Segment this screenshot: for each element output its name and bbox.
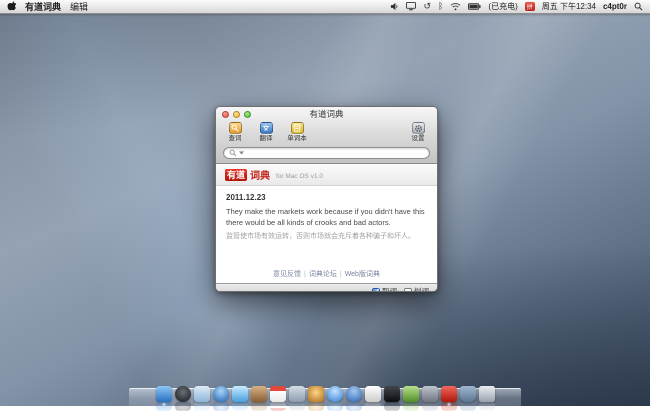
word-select-label: 划词: [414, 286, 429, 292]
battery-icon[interactable]: [468, 1, 481, 12]
dock: [129, 380, 521, 406]
dock-icon-text-edit[interactable]: [365, 386, 381, 402]
search-icon: [229, 149, 237, 157]
article-date: 2011.12.23: [226, 193, 427, 202]
wordbook-icon: [291, 122, 304, 134]
feedback-link[interactable]: 意见反馈: [273, 271, 301, 278]
dock-icon-address-book[interactable]: [251, 386, 267, 402]
article-chinese: 监管使市场有效运转，否则市场就会充斥着各种骗子和坏人。: [226, 232, 426, 243]
minimize-button[interactable]: [233, 111, 240, 118]
logo-text: 词典: [250, 167, 270, 182]
translate-icon: [260, 122, 273, 134]
footer-links: 意见反馈|词典论坛|Web版词典: [216, 269, 437, 279]
article-english: They make the markets work because if yo…: [226, 207, 426, 229]
link-separator: |: [304, 271, 306, 278]
word-select-toggle[interactable]: 划词: [404, 286, 429, 292]
dock-icon-finder[interactable]: [156, 386, 172, 402]
menu-bar: 有道词典 编辑 ↺ ᛒ (已充电) 拼 周五 下午12:34 c4pt0r: [0, 0, 650, 14]
dock-icon-safari[interactable]: [213, 386, 229, 402]
dock-icon-photo-booth[interactable]: [308, 386, 324, 402]
word-capture-label: 取词: [382, 286, 397, 292]
lookup-label: 查词: [229, 135, 242, 142]
input-method-flag-icon[interactable]: 拼: [525, 2, 535, 11]
lookup-button[interactable]: 查词: [224, 122, 246, 142]
word-select-checkbox[interactable]: [404, 288, 412, 293]
chevron-down-icon: [239, 151, 244, 155]
wordbook-button[interactable]: 单词本: [286, 122, 308, 142]
youdao-logo-icon: 有道: [225, 169, 247, 181]
volume-icon[interactable]: [390, 1, 399, 12]
search-input[interactable]: [246, 148, 424, 158]
title-bar[interactable]: 有道词典: [216, 107, 437, 121]
apple-icon[interactable]: [7, 1, 16, 12]
settings-button[interactable]: 设置: [407, 122, 429, 142]
spotlight-icon[interactable]: [634, 1, 643, 12]
display-icon[interactable]: [406, 1, 416, 12]
window-status-bar: 取词 划词: [216, 283, 437, 292]
dock-icon-trash[interactable]: [479, 386, 495, 402]
menubar-clock[interactable]: 周五 下午12:34: [542, 1, 596, 12]
close-button[interactable]: [222, 111, 229, 118]
link-separator: |: [340, 271, 342, 278]
search-row: [216, 146, 437, 163]
settings-label: 设置: [412, 135, 425, 142]
version-text: for Mac OS v1.0: [276, 173, 323, 180]
zoom-button[interactable]: [244, 111, 251, 118]
dock-icon-youdao-dict[interactable]: [441, 386, 457, 402]
window-title: 有道词典: [309, 108, 343, 120]
translate-label: 翻译: [260, 135, 273, 142]
dock-icon-terminal[interactable]: [384, 386, 400, 402]
dock-icon-ical[interactable]: [270, 386, 286, 402]
dictionary-icon: [229, 122, 242, 134]
word-capture-toggle[interactable]: 取词: [372, 286, 397, 292]
bluetooth-icon[interactable]: ᛒ: [438, 1, 443, 12]
web-dictionary-link[interactable]: Web版词典: [345, 271, 380, 278]
dock-icon-system-preferences[interactable]: [422, 386, 438, 402]
wifi-icon[interactable]: [450, 1, 461, 12]
app-banner: 有道 词典 for Mac OS v1.0: [216, 164, 437, 186]
desktop-wallpaper: 有道词典 编辑 ↺ ᛒ (已充电) 拼 周五 下午12:34 c4pt0r: [0, 0, 650, 406]
word-capture-checkbox[interactable]: [372, 288, 380, 293]
battery-status-text: (已充电): [488, 1, 517, 12]
window-header: 有道词典 查词 翻译: [216, 107, 437, 164]
youdao-dictionary-window: 有道词典 查词 翻译: [215, 106, 438, 292]
time-machine-icon[interactable]: ↺: [423, 1, 431, 12]
dock-icon-activity-monitor[interactable]: [403, 386, 419, 402]
dock-icon-preview[interactable]: [289, 386, 305, 402]
dock-icon-app-store[interactable]: [346, 386, 362, 402]
daily-sentence-panel: 2011.12.23 They make the markets work be…: [216, 186, 437, 283]
menubar-app-name[interactable]: 有道词典: [25, 0, 61, 13]
dock-icon-itunes[interactable]: [327, 386, 343, 402]
search-field[interactable]: [223, 147, 430, 159]
wordbook-label: 单词本: [287, 135, 307, 142]
toolbar: 查词 翻译 单词本: [216, 121, 437, 146]
menubar-user[interactable]: c4pt0r: [603, 2, 627, 11]
dock-icon-dashboard[interactable]: [175, 386, 191, 402]
translate-button[interactable]: 翻译: [255, 122, 277, 142]
menu-item-edit[interactable]: 编辑: [70, 0, 88, 13]
gear-icon: [412, 122, 425, 134]
dock-icon-mail[interactable]: [194, 386, 210, 402]
dock-icon-ichat[interactable]: [232, 386, 248, 402]
forum-link[interactable]: 词典论坛: [309, 271, 337, 278]
dock-icon-downloads-stack[interactable]: [460, 386, 476, 402]
